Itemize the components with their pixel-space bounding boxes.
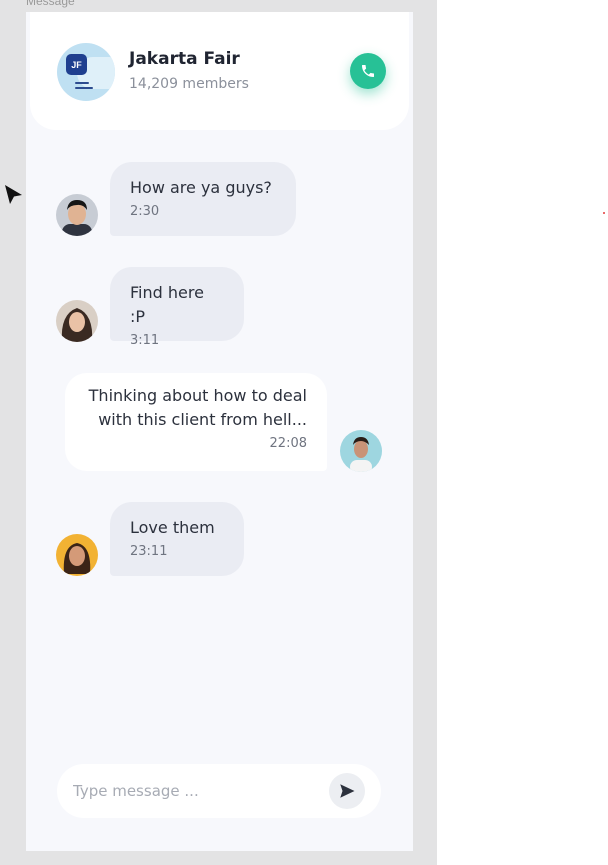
message-text: Love them <box>130 518 215 537</box>
message-time: 3:11 <box>130 333 160 348</box>
group-avatar[interactable]: JF <box>57 43 115 101</box>
sender-avatar[interactable] <box>56 194 98 236</box>
message-time: 2:30 <box>130 204 160 219</box>
member-count: 14,209 members <box>129 76 249 92</box>
logo-line <box>75 82 89 84</box>
message-time: 22:08 <box>269 436 307 451</box>
message-text: How are ya guys? <box>130 178 272 197</box>
phone-icon <box>362 65 374 77</box>
message-composer <box>57 764 381 818</box>
call-button[interactable] <box>350 53 386 89</box>
message-bubble[interactable]: Find here :P 3:11 <box>110 267 244 348</box>
chat-screen: JF Jakarta Fair 14,209 members How are y… <box>26 12 413 851</box>
red-dot-marker <box>603 212 605 214</box>
message-bubble-outgoing[interactable]: Thinking about how to deal with this cli… <box>65 373 327 471</box>
message-bubble[interactable]: How are ya guys? 2:30 <box>110 162 296 236</box>
sender-avatar[interactable] <box>56 534 98 576</box>
send-button[interactable] <box>329 773 365 809</box>
send-icon <box>340 784 355 798</box>
logo-line <box>75 87 93 89</box>
own-avatar[interactable] <box>340 430 382 472</box>
chat-header: JF Jakarta Fair 14,209 members <box>30 12 409 130</box>
message-text: Thinking about how to deal <box>88 386 307 405</box>
group-logo-badge: JF <box>66 54 87 75</box>
message-text: with this client from hell... <box>98 410 307 429</box>
sender-avatar[interactable] <box>56 300 98 342</box>
frame-label: Message <box>26 0 75 8</box>
message-input[interactable] <box>73 779 313 803</box>
message-time: 23:11 <box>130 544 168 559</box>
mouse-cursor-icon <box>5 185 22 204</box>
group-name: Jakarta Fair <box>129 49 240 69</box>
message-text: Find here :P <box>130 283 204 326</box>
message-bubble[interactable]: Love them 23:11 <box>110 502 244 576</box>
